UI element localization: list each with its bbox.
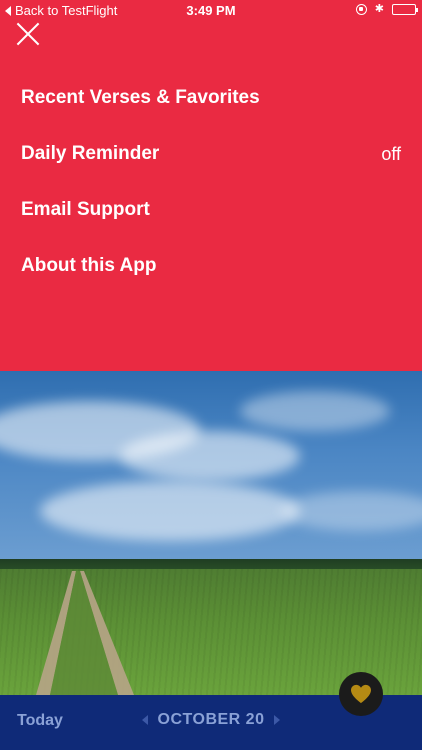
status-icons: ✱	[355, 3, 418, 15]
menu-item-label: Daily Reminder	[21, 143, 160, 164]
menu-item-label: Email Support	[21, 199, 150, 220]
next-date-icon[interactable]	[274, 715, 281, 725]
prev-date-icon[interactable]	[141, 715, 148, 725]
close-icon[interactable]	[14, 20, 42, 48]
menu-item-email-support[interactable]: Email Support	[0, 182, 422, 238]
menu-item-recent-verses[interactable]: Recent Verses & Favorites	[0, 70, 422, 126]
menu-item-label: About this App	[21, 255, 157, 276]
heart-icon	[351, 684, 371, 704]
lock-rotation-icon	[355, 4, 367, 15]
favorite-button[interactable]	[339, 672, 383, 716]
background-photo	[0, 371, 422, 695]
status-bar: Back to TestFlight 3:49 PM ✱	[0, 0, 422, 22]
menu-item-about-app[interactable]: About this App	[0, 238, 422, 294]
battery-icon	[392, 4, 418, 15]
daily-reminder-value: off	[381, 143, 401, 164]
menu-item-daily-reminder[interactable]: Daily Reminder off	[0, 126, 422, 182]
date-label: OCTOBER 20	[157, 711, 265, 728]
bluetooth-icon: ✱	[374, 3, 384, 15]
menu-item-label: Recent Verses & Favorites	[21, 87, 260, 108]
settings-menu: Recent Verses & Favorites Daily Reminder…	[0, 70, 422, 294]
